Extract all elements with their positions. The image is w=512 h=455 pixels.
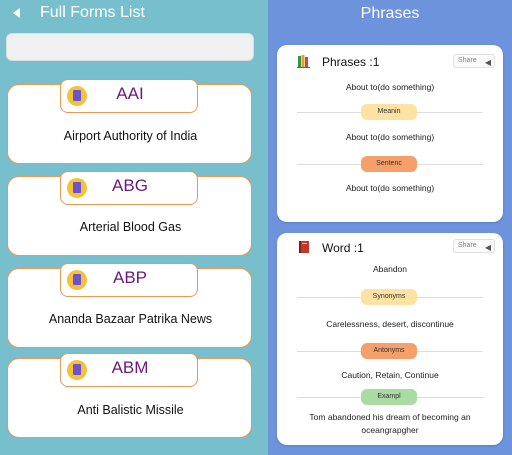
example-tag: Exampl	[361, 389, 417, 405]
phrase-text: About to(do something)	[345, 82, 435, 92]
page-title: Full Forms List	[40, 4, 145, 21]
word-card: Word :1 Share ◀ Abandon Synonyms Careles…	[277, 233, 503, 445]
meaning-tag: Meanin	[361, 104, 417, 120]
synonyms-tag: Synonyms	[361, 289, 417, 305]
share-button[interactable]: Share ◀	[453, 239, 495, 253]
abbr-badge: ABM	[60, 353, 198, 387]
card-title: Word :1	[322, 241, 364, 255]
phrases-panel: Phrases Phrases :1 Share ◀ About to(do s…	[268, 0, 512, 455]
word-text: Abandon	[372, 264, 408, 274]
full-form-text: Airport Authority of India	[63, 129, 198, 143]
abbr-badge: ABG	[60, 171, 198, 205]
abbr-badge: ABP	[60, 263, 198, 297]
share-button[interactable]: Share ◀	[453, 54, 495, 68]
search-input[interactable]	[6, 33, 254, 61]
share-label: Share	[458, 242, 477, 249]
full-forms-panel: Full Forms List Airport Authority of Ind…	[0, 0, 268, 455]
full-form-text: Anti Balistic Missile	[77, 403, 184, 417]
full-forms-header: Full Forms List	[0, 0, 268, 28]
share-icon: ◀	[484, 243, 491, 252]
sentence-tag: Sentenc	[361, 156, 417, 172]
share-icon: ◀	[484, 58, 491, 67]
synonyms-text: Carelessness, desert, discontinue	[326, 319, 454, 329]
abbr-text: ABG	[112, 176, 148, 195]
full-form-text: Arterial Blood Gas	[79, 220, 182, 234]
abbr-text: ABM	[111, 358, 149, 377]
example-text-continued: oceangrapgher	[361, 425, 419, 435]
sentence-text: About to(do something)	[345, 183, 435, 193]
abbr-text: ABP	[112, 268, 148, 287]
antonyms-text: Caution, Retain, Continue	[341, 370, 439, 380]
books-icon	[297, 55, 310, 68]
share-label: Share	[458, 57, 477, 64]
phrases-card: Phrases :1 Share ◀ About to(do something…	[277, 45, 503, 222]
antonyms-tag: Antonyms	[361, 343, 417, 359]
phrases-title: Phrases	[360, 5, 420, 22]
meaning-text: About to(do something)	[345, 132, 435, 142]
book-icon	[299, 241, 309, 253]
abbr-text: AAI	[116, 84, 144, 103]
full-form-text: Ananda Bazaar Patrika News	[48, 312, 213, 326]
example-text: Tom abandoned his dream of becoming an	[309, 412, 471, 422]
card-title: Phrases :1	[322, 55, 380, 69]
back-arrow-icon[interactable]	[13, 8, 20, 18]
abbr-badge: AAI	[60, 79, 198, 113]
